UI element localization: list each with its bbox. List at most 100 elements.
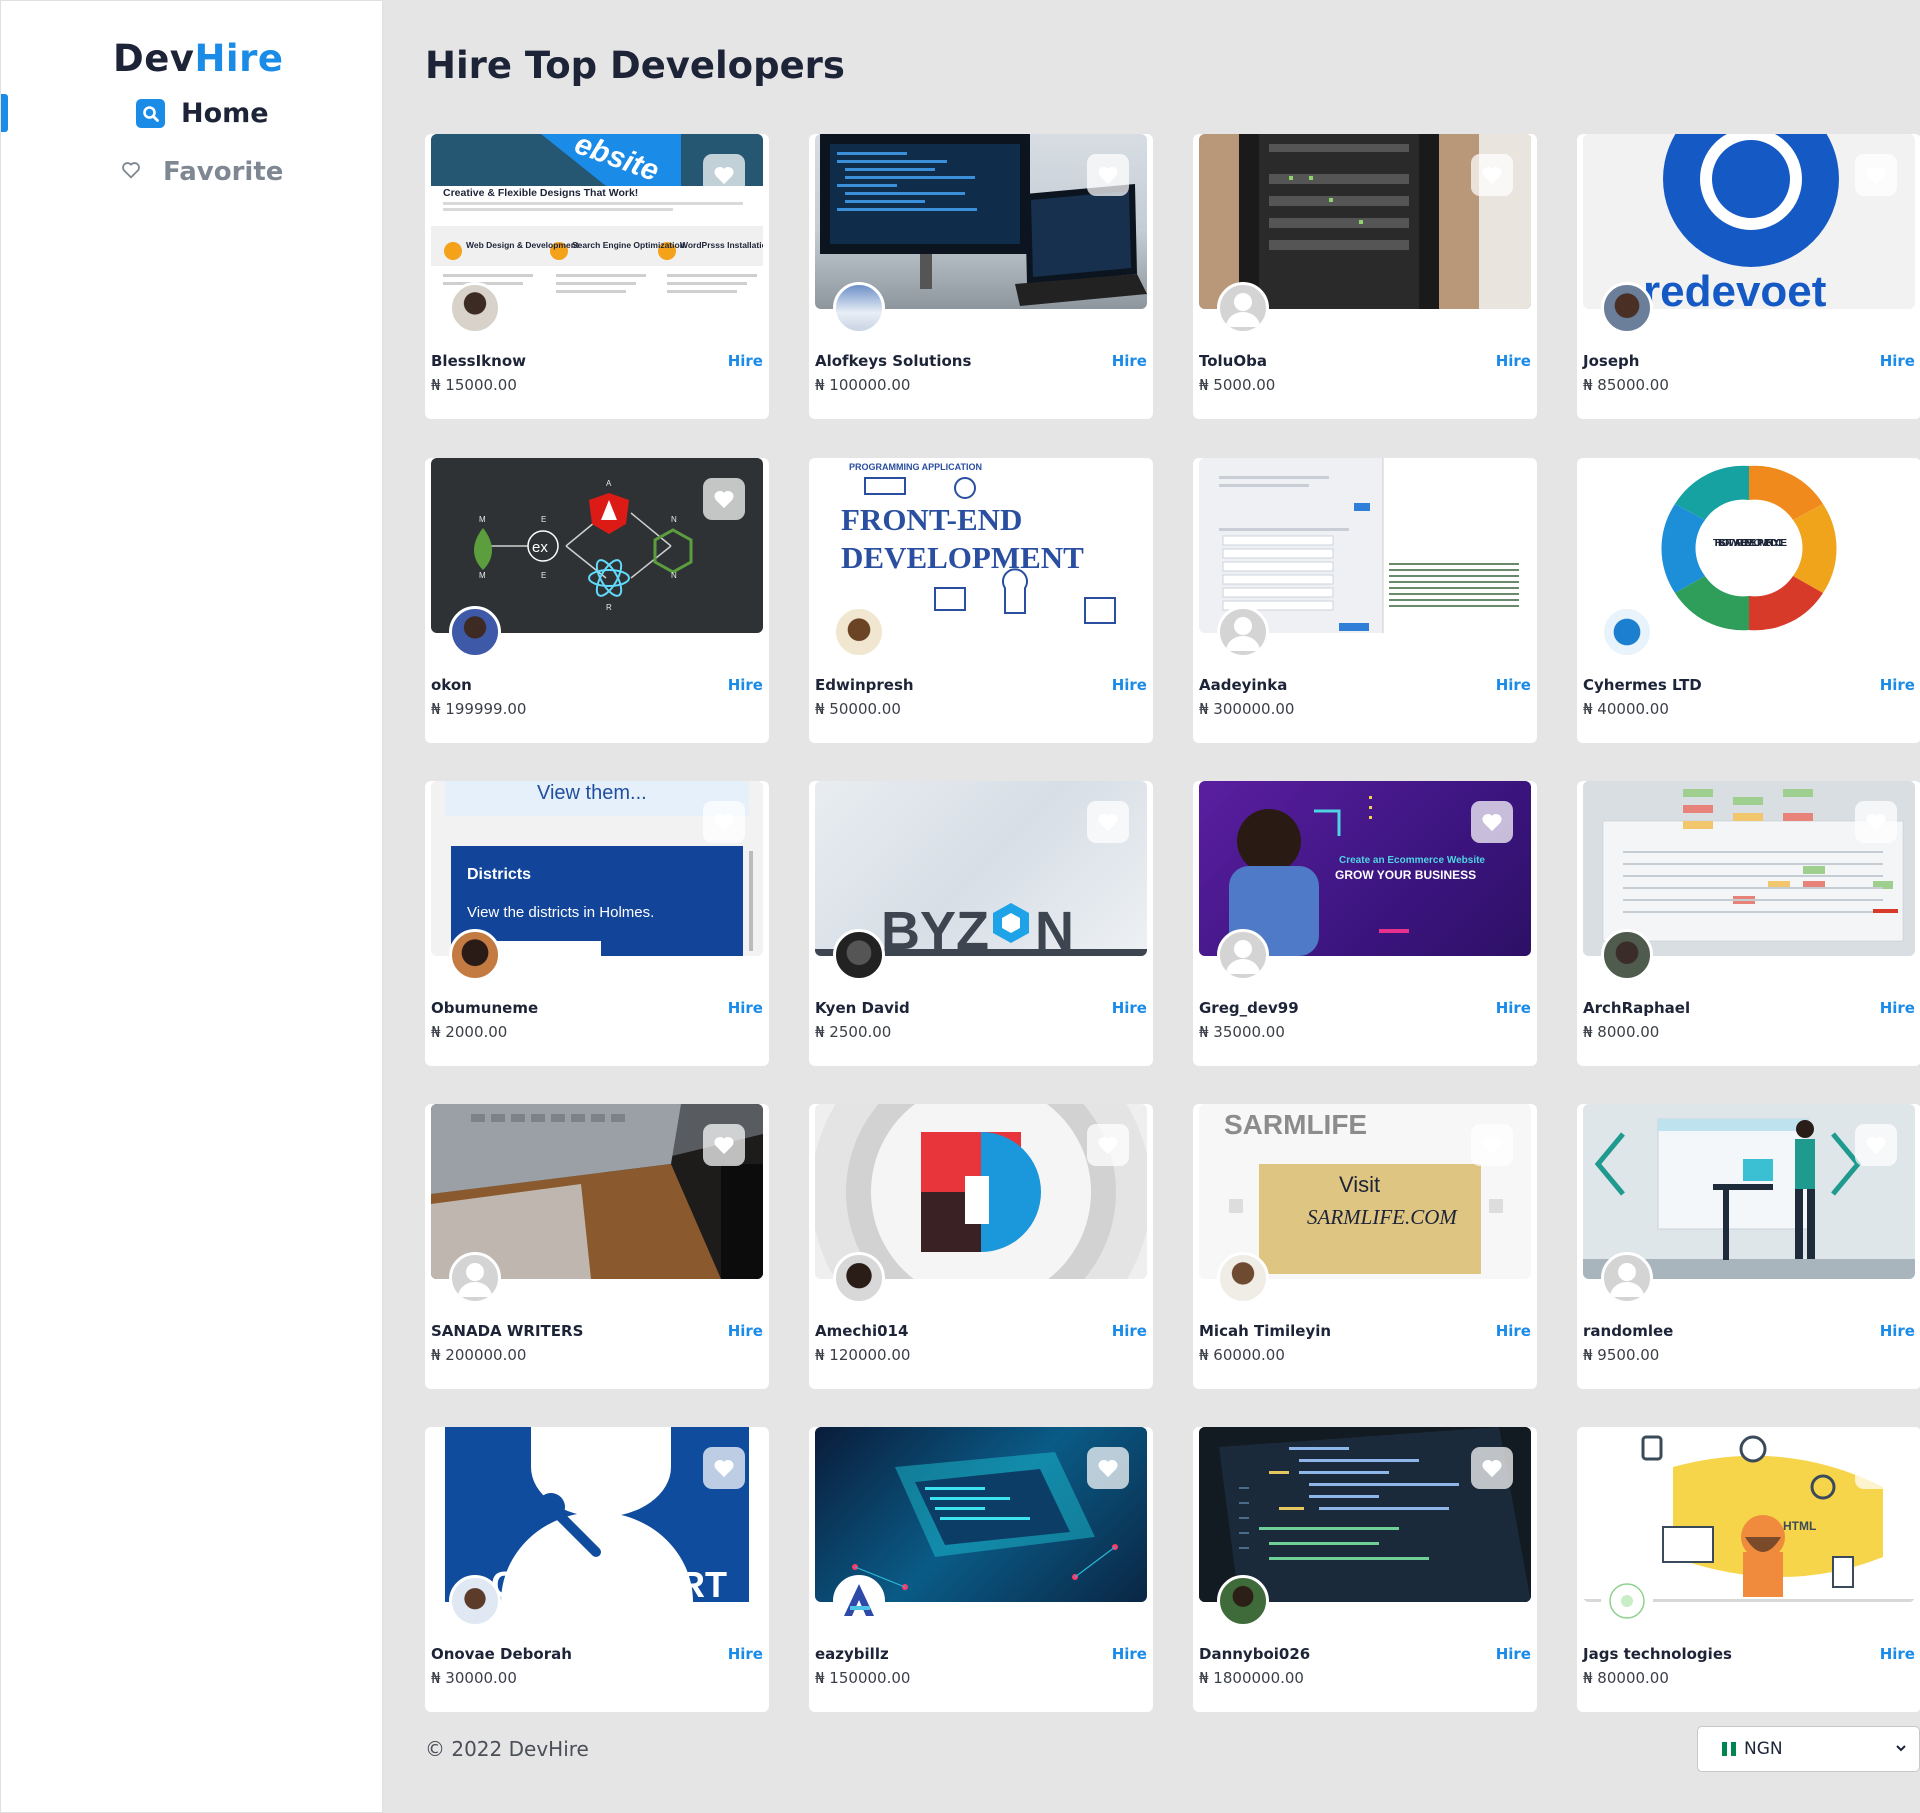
developer-card[interactable]: SANADA WRITERS Hire ₦ 200000.00 [425,1104,769,1389]
hire-link[interactable]: Hire [728,676,763,694]
developer-card[interactable]: ToluOba Hire ₦ 5000.00 [1193,134,1537,419]
favorite-heart-icon[interactable] [703,478,745,520]
card-image-text: FRONT-END [841,502,1022,537]
favorite-heart-icon[interactable] [703,1447,745,1489]
avatar [833,606,885,658]
hire-link[interactable]: Hire [728,1322,763,1340]
developer-name: eazybillz [815,1645,889,1663]
card-image-text: ex [532,539,548,556]
avatar [833,282,885,334]
developer-card[interactable]: Dannyboi026 Hire ₦ 1800000.00 [1193,1427,1537,1712]
developer-card[interactable]: randomlee Hire ₦ 9500.00 [1577,1104,1920,1389]
search-icon [136,99,165,128]
developer-card[interactable]: Aadeyinka Hire ₦ 300000.00 [1193,458,1537,743]
nav-item-favorite[interactable]: Favorite [121,157,283,187]
developer-name: Micah Timileyin [1199,1322,1332,1340]
developer-card[interactable]: BYZ N Kyen David Hire ₦ 2500.00 [809,781,1153,1066]
developer-price: ₦ 120000.00 [815,1346,911,1364]
favorite-heart-icon[interactable] [1087,154,1129,196]
default-avatar-icon [449,1252,501,1304]
favorite-heart-icon[interactable] [703,1124,745,1166]
hire-link[interactable]: Hire [728,352,763,370]
favorite-heart-icon[interactable] [703,801,745,843]
favorite-heart-icon[interactable] [1471,1124,1513,1166]
card-image-text: Create an Ecommerce Website [1339,855,1485,866]
developer-card[interactable]: ArchRaphael Hire ₦ 8000.00 [1577,781,1920,1066]
hire-link[interactable]: Hire [1112,676,1147,694]
favorite-heart-icon[interactable] [1471,1447,1513,1489]
favorite-heart-icon[interactable] [1087,478,1129,520]
favorite-heart-icon[interactable] [1087,1447,1129,1489]
hire-link[interactable]: Hire [1880,1645,1915,1663]
developer-card[interactable]: Create an Ecommerce Website GROW YOUR BU… [1193,781,1537,1066]
hire-link[interactable]: Hire [728,999,763,1017]
svg-text:N: N [671,571,677,580]
hire-link[interactable]: Hire [1112,1645,1147,1663]
developer-name: BlessIknow [431,352,527,370]
avatar [449,1575,501,1627]
developer-name: Cyhermes LTD [1583,676,1702,694]
favorite-heart-icon[interactable] [1855,801,1897,843]
card-image-text: BYZ [881,901,989,956]
developer-card[interactable]: eazybillz Hire ₦ 150000.00 [809,1427,1153,1712]
hire-link[interactable]: Hire [1496,352,1531,370]
developer-price: ₦ 200000.00 [431,1346,527,1364]
currency-select[interactable]: NGN [1697,1726,1920,1772]
developer-card[interactable]: ex M E A N M E R N okon Hire ₦ 199999.00 [425,458,769,743]
hire-link[interactable]: Hire [1496,999,1531,1017]
favorite-heart-icon[interactable] [1855,1124,1897,1166]
developer-name: SANADA WRITERS [431,1322,584,1340]
avatar [833,1575,885,1627]
developer-card[interactable]: PROGRAMMING APPLICATION FRONT-END DEVELO… [809,458,1153,743]
favorite-heart-icon[interactable] [1087,1124,1129,1166]
favorite-heart-icon[interactable] [703,154,745,196]
footer-copyright: © 2022 DevHire [425,1737,589,1761]
avatar [1217,1252,1269,1304]
nav-item-home[interactable]: Home [136,98,269,129]
hire-link[interactable]: Hire [1112,1322,1147,1340]
default-avatar-icon [1217,282,1269,334]
avatar [1217,1575,1269,1627]
developer-price: ₦ 2000.00 [431,1023,508,1041]
favorite-heart-icon[interactable] [1087,801,1129,843]
developer-card[interactable]: SARMLIFE Visit SARMLIFE.COM Micah Timile… [1193,1104,1537,1389]
svg-text:A: A [606,479,612,488]
sidebar: DevHire Home Favorite [0,0,383,1813]
card-image-text: DEVELOPMENT [841,540,1084,575]
developer-card[interactable]: HTML Jags technologies Hire ₦ 80000.00 [1577,1427,1920,1712]
currency-code: NGN [1744,1739,1783,1759]
hire-link[interactable]: Hire [1496,1645,1531,1663]
hire-link[interactable]: Hire [1496,676,1531,694]
hire-link[interactable]: Hire [1112,352,1147,370]
heart-outline-icon [121,161,141,183]
favorite-heart-icon[interactable] [1471,801,1513,843]
svg-text:M: M [479,515,486,524]
favorite-heart-icon[interactable] [1855,154,1897,196]
developer-name: Onovae Deborah [431,1645,572,1663]
developer-card[interactable]: redevoet Joseph Hire ₦ 85000.00 [1577,134,1920,419]
hire-link[interactable]: Hire [1112,999,1147,1017]
favorite-heart-icon[interactable] [1471,478,1513,520]
hire-link[interactable]: Hire [728,1645,763,1663]
developer-name: Kyen David [815,999,910,1017]
favorite-heart-icon[interactable] [1471,154,1513,196]
favorite-heart-icon[interactable] [1855,1447,1897,1489]
hire-link[interactable]: Hire [1496,1322,1531,1340]
developer-card[interactable]: ebsite Creative & Flexible Designs That … [425,134,769,419]
developer-card[interactable]: Alofkeys Solutions Hire ₦ 100000.00 [809,134,1153,419]
developer-price: ₦ 150000.00 [815,1669,911,1687]
favorite-heart-icon[interactable] [1855,478,1897,520]
app-logo[interactable]: DevHire [113,37,283,80]
developer-card[interactable]: THE SOFTWARE DEVELOPMENT CYCLE Cyhermes … [1577,458,1920,743]
developer-card[interactable]: View them... Districts View the district… [425,781,769,1066]
hire-link[interactable]: Hire [1880,676,1915,694]
developer-name: okon [431,676,472,694]
hire-link[interactable]: Hire [1880,352,1915,370]
card-image-text: redevoet [1643,267,1827,309]
developer-card[interactable]: CH SUPPORT Onovae Deborah Hire ₦ 30000.0… [425,1427,769,1712]
card-image-text: SARMLIFE.COM [1307,1205,1458,1229]
hire-link[interactable]: Hire [1880,999,1915,1017]
developer-card[interactable]: Amechi014 Hire ₦ 120000.00 [809,1104,1153,1389]
developer-price: ₦ 40000.00 [1583,700,1669,718]
hire-link[interactable]: Hire [1880,1322,1915,1340]
